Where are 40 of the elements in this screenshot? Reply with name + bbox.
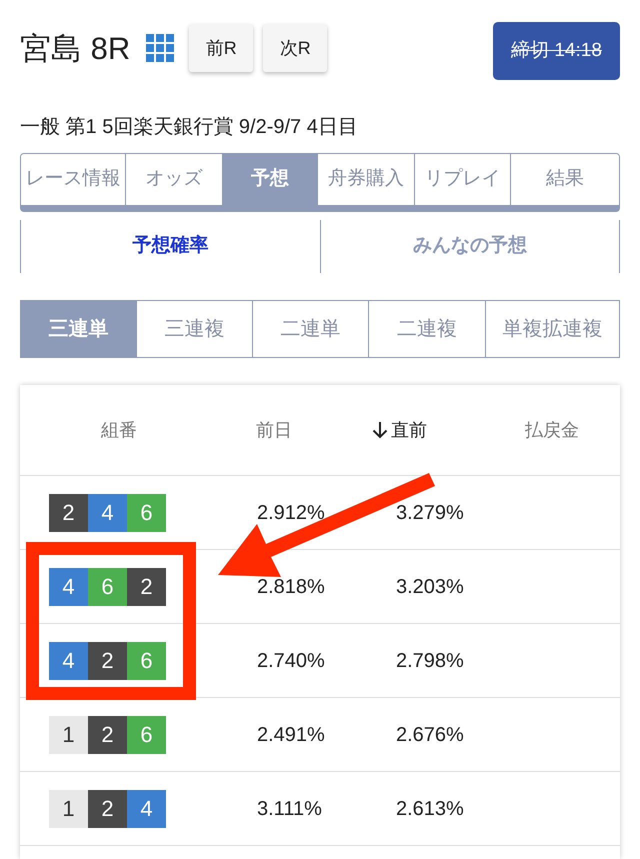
- sub-tab[interactable]: 予想確率: [21, 220, 320, 273]
- boat-number: 1: [49, 790, 88, 828]
- deadline-button[interactable]: 締切 14:18: [493, 22, 620, 80]
- sub-tab[interactable]: みんなの予想: [320, 220, 619, 273]
- boat-number: 2: [88, 790, 127, 828]
- boat-number: 4: [127, 790, 166, 828]
- latest-value: 2.613%: [396, 798, 464, 820]
- column-header: 組番: [101, 418, 137, 442]
- boat-number: 2: [88, 716, 127, 754]
- latest-value: 2.676%: [396, 724, 464, 746]
- section-tab[interactable]: 予想: [222, 154, 317, 205]
- grid-icon[interactable]: [146, 34, 174, 62]
- boat-number: 6: [127, 716, 166, 754]
- boat-number: 2: [88, 642, 127, 680]
- boat-number: 4: [49, 642, 88, 680]
- latest-value: 3.279%: [396, 502, 464, 524]
- column-header: 払戻金: [525, 418, 579, 442]
- latest-value: 2.798%: [396, 650, 464, 672]
- boat-number: 4: [88, 494, 127, 532]
- column-header: 前日: [256, 418, 292, 442]
- column-header: 直前: [391, 418, 427, 442]
- boat-number: 6: [127, 494, 166, 532]
- previous-day-value: 2.912%: [257, 502, 325, 524]
- boat-number: 4: [49, 568, 88, 606]
- boat-number: 6: [88, 568, 127, 606]
- race-info: 一般 第1 5回楽天銀行賞 9/2-9/7 4日目: [20, 115, 359, 139]
- previous-day-value: 2.818%: [257, 576, 325, 598]
- race-nav-button[interactable]: 前R: [189, 24, 254, 72]
- section-tab[interactable]: 結果: [510, 154, 619, 205]
- previous-day-value: 3.111%: [257, 798, 322, 820]
- bet-type-tab[interactable]: 三連単: [21, 301, 136, 357]
- previous-day-value: 2.740%: [257, 650, 325, 672]
- boat-number: 2: [49, 494, 88, 532]
- latest-value: 3.203%: [396, 576, 464, 598]
- previous-day-value: 2.491%: [257, 724, 325, 746]
- boat-number: 2: [127, 568, 166, 606]
- boat-number: 1: [49, 716, 88, 754]
- race-title: 宮島 8R: [20, 32, 130, 64]
- boat-number: 6: [127, 642, 166, 680]
- race-nav-button[interactable]: 次R: [263, 24, 328, 72]
